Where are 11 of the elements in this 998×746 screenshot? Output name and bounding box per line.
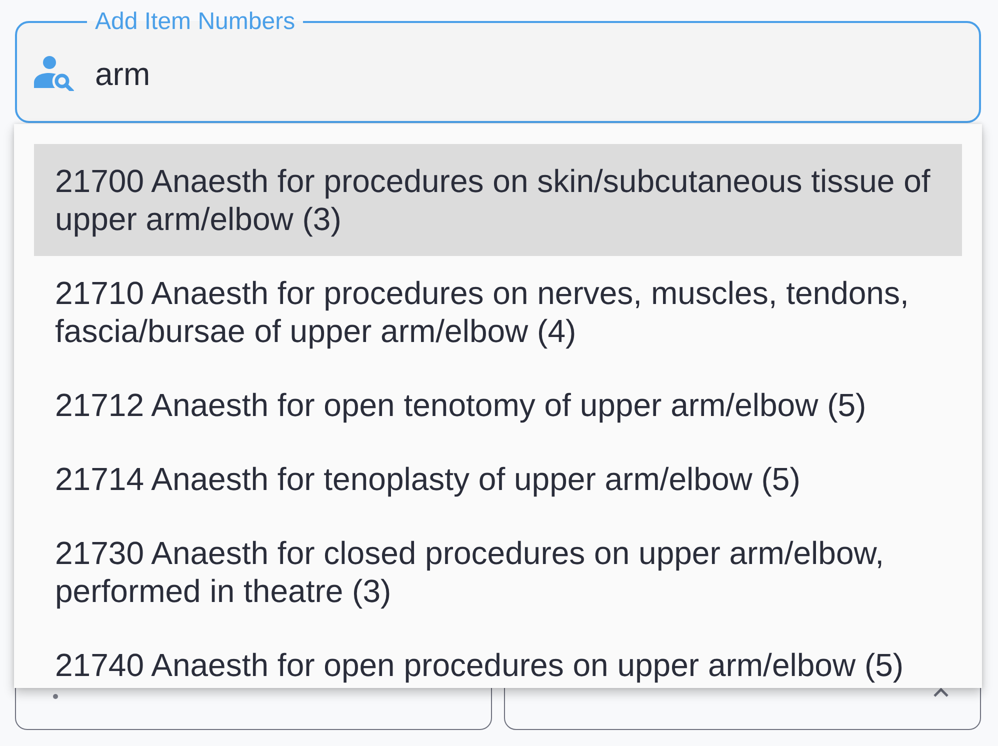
suggestion-item[interactable]: 21730 Anaesth for closed procedures on upper arm/elbow, performed in theatre (3) bbox=[34, 516, 962, 628]
chevron-up-icon bbox=[933, 687, 949, 697]
suggestion-item[interactable]: 21710 Anaesth for procedures on nerves, muscles, tendons, fascia/bursae of upper arm/elbow (4) bbox=[34, 256, 962, 368]
suggestion-item[interactable]: 21740 Anaesth for open procedures on upper arm/elbow (5) bbox=[34, 628, 962, 684]
suggestion-item[interactable]: 21712 Anaesth for open tenotomy of upper arm/elbow (5) bbox=[34, 368, 962, 442]
person-search-icon bbox=[34, 56, 74, 91]
search-input[interactable]: arm bbox=[95, 54, 962, 94]
suggestion-item[interactable]: 21714 Anaesth for tenoplasty of upper arm/elbow (5) bbox=[34, 442, 962, 516]
field-label: Add Item Numbers bbox=[94, 8, 296, 36]
suggestion-item[interactable]: 21700 Anaesth for procedures on skin/subcutaneous tissue of upper arm/elbow (3) bbox=[34, 144, 962, 256]
dot-icon bbox=[53, 694, 58, 699]
